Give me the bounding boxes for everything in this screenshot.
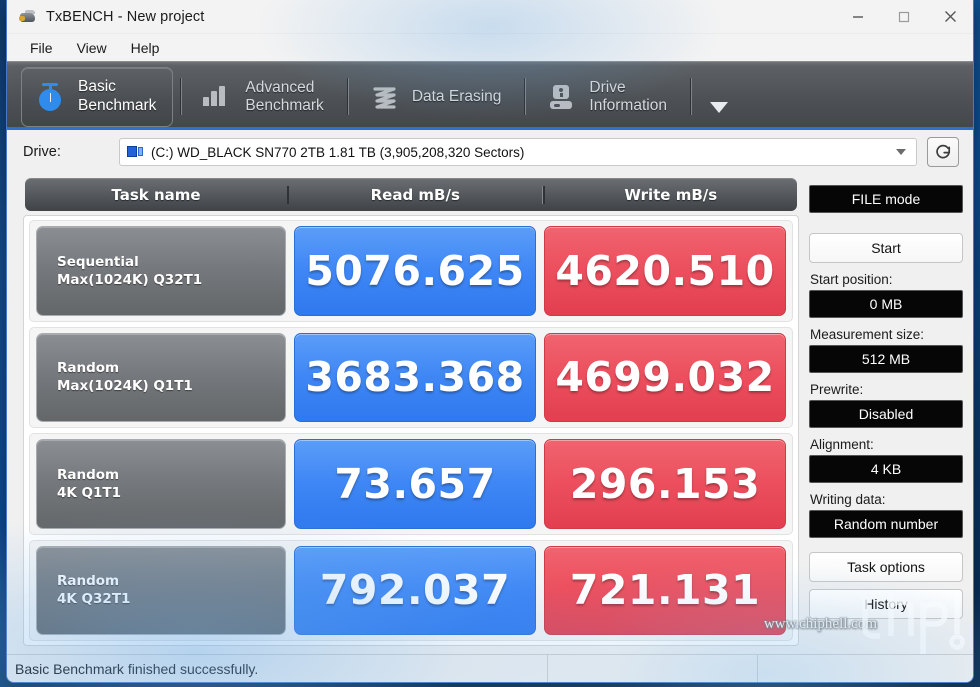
close-button[interactable] — [927, 0, 973, 34]
task-name-cell[interactable]: Sequential Max(1024K) Q32T1 — [36, 226, 286, 316]
results-header: Task name Read mB/s Write mB/s — [25, 178, 797, 211]
task-name-line1: Random — [57, 360, 120, 377]
task-name-line2: 4K Q1T1 — [57, 484, 122, 501]
task-name-cell[interactable]: Random 4K Q32T1 — [36, 545, 286, 635]
stopwatch-icon — [36, 82, 66, 112]
refresh-icon — [935, 144, 950, 158]
start-position-label: Start position: — [810, 272, 893, 287]
start-button[interactable]: Start — [809, 233, 963, 263]
shredder-icon — [370, 82, 400, 112]
menu-item-file[interactable]: File — [19, 37, 64, 59]
desktop-background: TxBENCH - New project File View Help Bas… — [0, 0, 980, 687]
read-value-cell: 5076.625 — [294, 226, 536, 316]
write-value-cell: 4699.032 — [544, 332, 786, 422]
tab-data-erasing[interactable]: Data Erasing — [356, 66, 518, 128]
tab-drive-information-label: Drive Information — [589, 78, 667, 114]
status-cell-tertiary — [757, 654, 973, 682]
tab-drive-information[interactable]: Drive Information — [533, 66, 683, 128]
menu-bar: File View Help — [7, 34, 973, 61]
disk-drive-icon — [127, 145, 144, 159]
refresh-button[interactable] — [927, 137, 959, 167]
menu-item-help[interactable]: Help — [120, 37, 171, 59]
window-title: TxBENCH - New project — [46, 8, 205, 25]
table-row[interactable]: Sequential Max(1024K) Q32T1 5076.625 462… — [29, 220, 793, 322]
read-value-cell: 792.037 — [294, 545, 536, 635]
measurement-size-label: Measurement size: — [810, 327, 925, 342]
table-row[interactable]: Random 4K Q1T1 73.657 296.153 — [29, 433, 793, 535]
window-controls — [835, 0, 973, 34]
table-row[interactable]: Random 4K Q32T1 792.037 721.131 — [29, 539, 793, 641]
task-name-line1: Random — [57, 466, 120, 483]
drive-selector-row: Drive: (C:) WD_BLACK SN770 2TB 1.81 TB (… — [7, 130, 973, 174]
start-position-value[interactable]: 0 MB — [809, 290, 963, 318]
menu-item-view[interactable]: View — [66, 37, 118, 59]
mode-display[interactable]: FILE mode — [809, 185, 963, 213]
measurement-size-value[interactable]: 512 MB — [809, 345, 963, 373]
task-name-cell[interactable]: Random Max(1024K) Q1T1 — [36, 332, 286, 422]
app-icon — [19, 9, 37, 25]
tab-divider — [346, 78, 349, 115]
drive-label: Drive: — [23, 144, 61, 160]
tab-divider — [180, 78, 183, 115]
drive-select[interactable]: (C:) WD_BLACK SN770 2TB 1.81 TB (3,905,2… — [119, 138, 917, 166]
task-name-line2: Max(1024K) Q1T1 — [57, 378, 193, 395]
column-header-write: Write mB/s — [542, 185, 798, 204]
column-header-read: Read mB/s — [287, 185, 543, 204]
chevron-down-icon — [709, 101, 728, 113]
maximize-button[interactable] — [881, 0, 927, 34]
writing-data-value[interactable]: Random number — [809, 510, 963, 538]
tab-basic-benchmark[interactable]: Basic Benchmark — [21, 66, 174, 127]
alignment-value[interactable]: 4 KB — [809, 455, 963, 483]
tab-divider — [524, 78, 527, 115]
task-name-cell[interactable]: Random 4K Q1T1 — [36, 439, 286, 529]
tab-basic-benchmark-label: Basic Benchmark — [78, 78, 157, 114]
task-name-line2: 4K Q32T1 — [57, 591, 131, 608]
tab-advanced-benchmark-label: Advanced Benchmark — [245, 78, 324, 114]
tab-overflow-button[interactable] — [699, 87, 739, 127]
title-bar: TxBENCH - New project — [7, 0, 973, 34]
drive-select-value: (C:) WD_BLACK SN770 2TB 1.81 TB (3,905,2… — [151, 144, 525, 160]
status-bar: Basic Benchmark finished successfully. — [7, 654, 973, 682]
status-message: Basic Benchmark finished successfully. — [15, 660, 259, 677]
write-value-cell: 296.153 — [544, 439, 786, 529]
read-value-cell: 3683.368 — [294, 332, 536, 422]
task-name-line1: Random — [57, 573, 120, 590]
prewrite-value[interactable]: Disabled — [809, 400, 963, 428]
bar-chart-icon — [203, 82, 233, 112]
tab-data-erasing-label: Data Erasing — [411, 87, 502, 105]
tab-divider — [689, 78, 692, 115]
task-options-button[interactable]: Task options — [809, 552, 963, 582]
drive-info-icon — [547, 82, 577, 112]
prewrite-label: Prewrite: — [810, 382, 864, 397]
history-button[interactable]: History — [809, 589, 963, 619]
application-window: TxBENCH - New project File View Help Bas… — [6, 0, 974, 683]
write-value-cell: 4620.510 — [544, 226, 786, 316]
alignment-label: Alignment: — [810, 437, 874, 452]
content-split: Task name Read mB/s Write mB/s Sequentia… — [7, 174, 973, 654]
task-name-line2: Max(1024K) Q32T1 — [57, 271, 203, 288]
column-header-task-name: Task name — [111, 185, 201, 204]
read-value-cell: 73.657 — [294, 439, 536, 529]
benchmark-results: Task name Read mB/s Write mB/s Sequentia… — [23, 178, 799, 646]
tab-strip: Basic Benchmark Advanced Benchmark Data … — [7, 61, 973, 130]
minimize-button[interactable] — [835, 0, 881, 34]
results-list: Sequential Max(1024K) Q32T1 5076.625 462… — [23, 215, 799, 646]
write-value-cell: 721.131 — [544, 545, 786, 635]
task-name-line1: Sequential — [57, 253, 139, 270]
settings-panel: FILE mode Start Start position: 0 MB Mea… — [805, 174, 973, 654]
writing-data-label: Writing data: — [810, 492, 886, 507]
app-body: Drive: (C:) WD_BLACK SN770 2TB 1.81 TB (… — [7, 130, 973, 654]
tab-advanced-benchmark[interactable]: Advanced Benchmark — [189, 66, 339, 128]
table-row[interactable]: Random Max(1024K) Q1T1 3683.368 4699.032 — [29, 326, 793, 428]
chevron-down-icon — [896, 149, 906, 155]
status-cell-secondary — [547, 654, 757, 682]
